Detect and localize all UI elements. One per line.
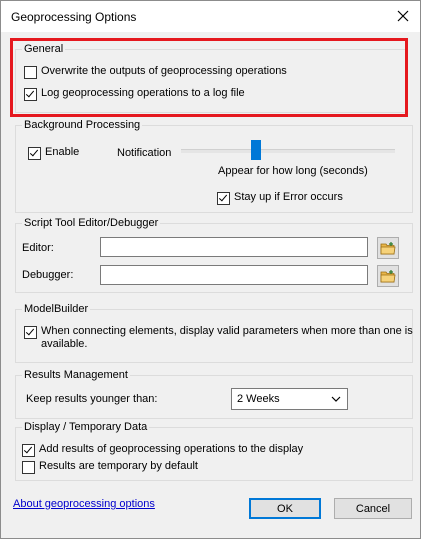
valid-parameters-label-line1: When connecting elements, display valid … <box>41 325 413 337</box>
notification-slider-thumb[interactable] <box>251 140 261 160</box>
display-temporary-title: Display / Temporary Data <box>22 421 150 433</box>
title-bar: Geoprocessing Options <box>1 1 420 32</box>
ok-button[interactable]: OK <box>249 498 321 519</box>
chevron-down-icon <box>331 396 341 402</box>
add-results-checkbox[interactable]: Add results of geoprocessing operations … <box>22 443 303 457</box>
add-results-label: Add results of geoprocessing operations … <box>39 443 304 455</box>
stay-up-error-label: Stay up if Error occurs <box>234 191 343 203</box>
folder-icon <box>380 270 396 283</box>
valid-parameters-label: When connecting elements, display valid … <box>41 325 413 351</box>
geoprocessing-options-dialog: Geoprocessing Options General Overwrite … <box>0 0 421 539</box>
background-processing-title: Background Processing <box>22 119 143 131</box>
slider-caption: Appear for how long (seconds) <box>218 165 368 177</box>
temporary-results-checkbox[interactable]: Results are temporary by default <box>22 460 198 474</box>
stay-up-error-box[interactable] <box>217 192 230 205</box>
editor-browse-button[interactable] <box>377 237 399 259</box>
temporary-results-box[interactable] <box>22 461 35 474</box>
valid-parameters-checkbox[interactable]: When connecting elements, display valid … <box>24 325 413 351</box>
folder-icon <box>380 242 396 255</box>
dialog-title: Geoprocessing Options <box>11 10 137 24</box>
highlight-frame <box>10 38 408 117</box>
add-results-box[interactable] <box>22 444 35 457</box>
script-tool-title: Script Tool Editor/Debugger <box>22 217 161 229</box>
modelbuilder-title: ModelBuilder <box>22 303 91 315</box>
notification-slider-track[interactable] <box>181 149 395 153</box>
debugger-label: Debugger: <box>22 269 74 281</box>
keep-results-select[interactable]: 2 Weeks <box>231 388 348 410</box>
enable-background-box[interactable] <box>28 147 41 160</box>
about-geoprocessing-link[interactable]: About geoprocessing options <box>13 498 155 510</box>
close-icon <box>397 10 409 22</box>
editor-label: Editor: <box>22 242 54 254</box>
keep-results-label: Keep results younger than: <box>26 393 158 405</box>
debugger-input[interactable] <box>100 265 368 285</box>
enable-background-checkbox[interactable]: Enable <box>28 146 79 160</box>
cancel-button[interactable]: Cancel <box>334 498 412 519</box>
temporary-results-label: Results are temporary by default <box>39 460 198 472</box>
results-management-title: Results Management <box>22 369 130 381</box>
stay-up-error-checkbox[interactable]: Stay up if Error occurs <box>217 191 343 205</box>
keep-results-value: 2 Weeks <box>237 393 280 405</box>
valid-parameters-box[interactable] <box>24 326 37 339</box>
editor-input[interactable] <box>100 237 368 257</box>
enable-background-label: Enable <box>45 146 80 158</box>
valid-parameters-label-line2: available. <box>41 338 88 350</box>
debugger-browse-button[interactable] <box>377 265 399 287</box>
notification-label: Notification <box>117 147 172 159</box>
close-button[interactable] <box>392 5 414 27</box>
